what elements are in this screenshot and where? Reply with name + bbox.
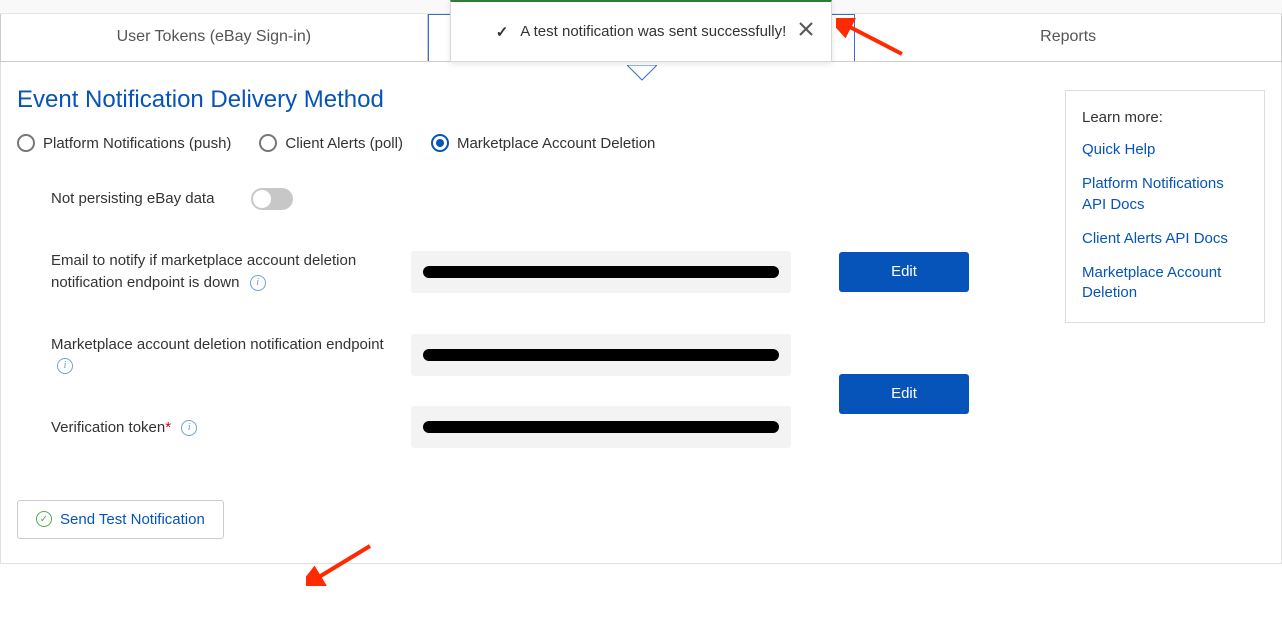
- radio-label: Platform Notifications (push): [43, 135, 231, 152]
- radio-platform-notifications[interactable]: Platform Notifications (push): [17, 134, 231, 152]
- link-client-docs[interactable]: Client Alerts API Docs: [1082, 229, 1248, 249]
- toast-success: ✓ A test notification was sent successfu…: [450, 0, 832, 62]
- chevron-down-icon: [627, 65, 657, 86]
- close-icon[interactable]: [799, 22, 819, 42]
- send-test-label: Send Test Notification: [60, 511, 205, 528]
- send-test-notification-button[interactable]: ✓ Send Test Notification: [17, 500, 224, 539]
- learn-more-panel: Learn more: Quick Help Platform Notifica…: [1065, 90, 1265, 323]
- sidebar-title: Learn more:: [1082, 109, 1248, 126]
- email-label: Email to notify if marketplace account d…: [51, 250, 411, 294]
- endpoint-label: Marketplace account deletion notificatio…: [51, 334, 411, 378]
- link-platform-docs[interactable]: Platform Notifications API Docs: [1082, 174, 1248, 215]
- email-field: [411, 251, 791, 293]
- token-field: [411, 406, 791, 448]
- delivery-method-radios: Platform Notifications (push) Client Ale…: [17, 134, 1049, 152]
- edit-endpoint-button[interactable]: Edit: [839, 374, 969, 414]
- endpoint-field: [411, 334, 791, 376]
- link-quick-help[interactable]: Quick Help: [1082, 140, 1248, 160]
- page-title: Event Notification Delivery Method: [17, 86, 1049, 114]
- radio-marketplace-deletion[interactable]: Marketplace Account Deletion: [431, 134, 655, 152]
- edit-email-button[interactable]: Edit: [839, 252, 969, 292]
- info-icon[interactable]: i: [57, 358, 73, 374]
- radio-label: Marketplace Account Deletion: [457, 135, 655, 152]
- info-icon[interactable]: i: [250, 275, 266, 291]
- toast-message: A test notification was sent successfull…: [520, 23, 786, 40]
- tab-user-tokens[interactable]: User Tokens (eBay Sign-in): [1, 14, 428, 61]
- radio-client-alerts[interactable]: Client Alerts (poll): [259, 134, 403, 152]
- tab-reports[interactable]: Reports: [855, 14, 1281, 61]
- annotation-arrow: [306, 542, 376, 586]
- persist-label: Not persisting eBay data: [51, 188, 251, 210]
- radio-label: Client Alerts (poll): [285, 135, 403, 152]
- info-icon[interactable]: i: [181, 420, 197, 436]
- check-icon: ✓: [496, 23, 509, 41]
- token-label: Verification token* i: [51, 417, 411, 439]
- check-circle-icon: ✓: [36, 511, 52, 527]
- persist-toggle[interactable]: [251, 188, 293, 210]
- link-marketplace-deletion[interactable]: Marketplace Account Deletion: [1082, 263, 1248, 304]
- annotation-arrow: [836, 18, 906, 58]
